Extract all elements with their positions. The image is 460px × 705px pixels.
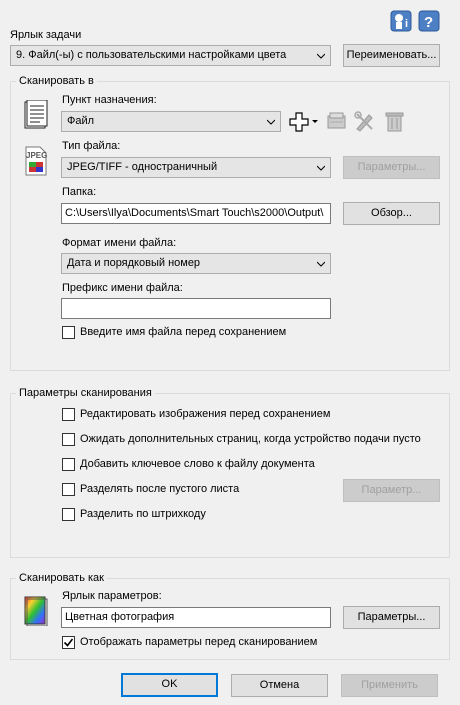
folder-label: Папка:: [62, 186, 97, 198]
filename-prefix-field[interactable]: [61, 298, 331, 319]
jpeg-icon-text: JPEG: [26, 151, 48, 160]
document-icon: [24, 99, 48, 130]
filename-format-select[interactable]: Дата и порядковый номер: [61, 253, 331, 274]
color-photo-icon: [24, 596, 48, 627]
split-barcode-label[interactable]: Разделить по штрихкоду: [80, 507, 206, 521]
edit-images-checkbox[interactable]: [62, 408, 75, 421]
scan-to-group-title: Сканировать в: [16, 74, 97, 88]
folder-field[interactable]: C:\Users\Ilya\Documents\Smart Touch\s200…: [61, 203, 331, 224]
scan-as-params-button[interactable]: Параметры...: [343, 606, 440, 629]
chevron-down-icon: [317, 53, 325, 59]
browse-button[interactable]: Обзор...: [343, 202, 440, 225]
task-select[interactable]: 9. Файл(-ы) с пользовательскими настройк…: [10, 45, 331, 66]
filetype-params-button[interactable]: Параметры...: [343, 156, 440, 179]
scanner-icon[interactable]: [324, 109, 347, 132]
split-params-button[interactable]: Параметр...: [343, 479, 440, 502]
destination-select[interactable]: Файл: [61, 111, 281, 132]
filetype-select-value: JPEG/TIFF - одностраничный: [67, 161, 218, 173]
split-barcode-checkbox[interactable]: [62, 508, 75, 521]
checkmark-icon: [63, 638, 74, 647]
jpeg-file-icon: JPEG: [25, 146, 47, 176]
edit-images-label[interactable]: Редактировать изображения перед сохранен…: [80, 407, 330, 421]
chevron-down-icon: [267, 119, 275, 125]
about-icon[interactable]: i: [390, 10, 412, 32]
add-keyword-label[interactable]: Добавить ключевое слово к файлу документ…: [80, 457, 315, 471]
help-icon[interactable]: ?: [418, 10, 440, 32]
filetype-label: Тип файла:: [62, 140, 121, 152]
chevron-down-icon: [317, 165, 325, 171]
task-label: Ярлык задачи: [10, 29, 82, 41]
edit-destination-icon[interactable]: [352, 109, 375, 132]
show-params-label[interactable]: Отображать параметры перед сканированием: [80, 635, 317, 649]
filename-format-label: Формат имени файла:: [62, 237, 177, 249]
ok-button[interactable]: OK: [121, 673, 218, 697]
svg-text:i: i: [405, 18, 408, 30]
add-destination-icon[interactable]: [287, 109, 319, 132]
split-blank-label[interactable]: Разделять после пустого листа: [80, 482, 239, 496]
destination-select-value: Файл: [67, 115, 95, 127]
split-blank-checkbox[interactable]: [62, 483, 75, 496]
enter-name-label[interactable]: Введите имя файла перед сохранением: [80, 325, 286, 339]
rename-button[interactable]: Переименовать...: [343, 44, 440, 67]
svg-text:?: ?: [424, 14, 433, 31]
scan-as-group-title: Сканировать как: [16, 571, 107, 585]
filename-format-value: Дата и порядковый номер: [67, 257, 201, 269]
wait-pages-label[interactable]: Ожидать дополнительных страниц, когда ус…: [80, 432, 421, 446]
delete-destination-icon[interactable]: [382, 109, 405, 132]
profile-field[interactable]: Цветная фотография: [61, 607, 331, 628]
scan-params-group-title: Параметры сканирования: [16, 386, 155, 400]
show-params-checkbox[interactable]: [62, 636, 75, 649]
chevron-down-icon: [317, 261, 325, 267]
apply-button[interactable]: Применить: [341, 674, 438, 697]
task-select-value: 9. Файл(-ы) с пользовательскими настройк…: [16, 49, 287, 61]
profile-label: Ярлык параметров:: [62, 590, 162, 602]
filetype-select[interactable]: JPEG/TIFF - одностраничный: [61, 157, 331, 178]
wait-pages-checkbox[interactable]: [62, 433, 75, 446]
add-keyword-checkbox[interactable]: [62, 458, 75, 471]
cancel-button[interactable]: Отмена: [231, 674, 328, 697]
filename-prefix-label: Префикс имени файла:: [62, 282, 183, 294]
enter-name-checkbox[interactable]: [62, 326, 75, 339]
destination-label: Пункт назначения:: [62, 94, 157, 106]
